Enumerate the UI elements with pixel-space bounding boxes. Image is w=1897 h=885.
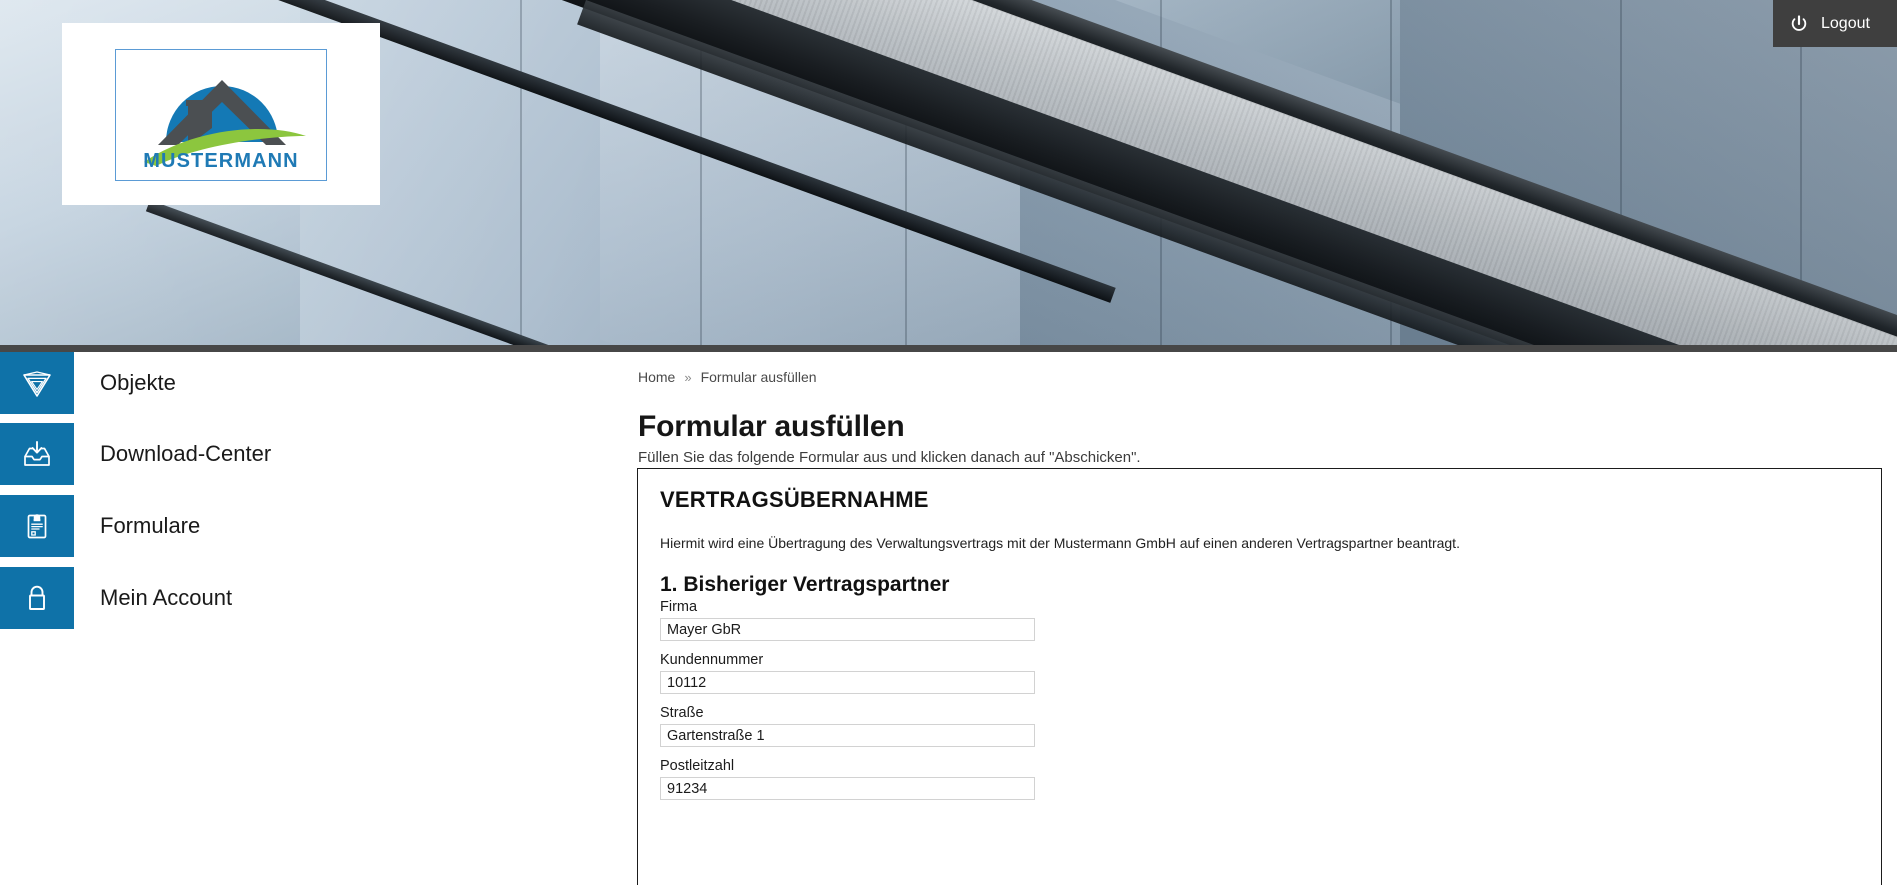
form-description: Hiermit wird eine Übertragung des Verwal… xyxy=(660,535,1460,551)
logo-frame: MUSTERMANN xyxy=(115,49,327,181)
breadcrumb-current: Formular ausfüllen xyxy=(700,369,817,385)
sidebar-tile xyxy=(0,495,74,557)
sidebar-item-download-center[interactable]: Download-Center xyxy=(0,423,560,485)
form-panel: VERTRAGSÜBERNAHME Hiermit wird eine Über… xyxy=(637,468,1882,885)
logout-label: Logout xyxy=(1821,14,1870,32)
field-group-firma: Firma xyxy=(660,599,1855,641)
app-root: MUSTERMANN Logout Objekte Download-Cente… xyxy=(0,0,1897,885)
download-tray-icon xyxy=(24,441,50,466)
firma-label: Firma xyxy=(660,599,698,615)
sidebar-tile xyxy=(0,567,74,629)
sidebar-item-mein-account[interactable]: Mein Account xyxy=(0,567,560,629)
header-banner: MUSTERMANN Logout xyxy=(0,0,1897,345)
breadcrumb-home-link[interactable]: Home xyxy=(638,369,675,385)
postleitzahl-field[interactable] xyxy=(660,777,1035,800)
objects-icon xyxy=(23,371,51,397)
clipboard-form-icon xyxy=(27,514,47,539)
logout-button[interactable]: Logout xyxy=(1773,0,1897,47)
power-icon xyxy=(1791,14,1807,31)
firma-field[interactable] xyxy=(660,618,1035,641)
field-group-strasse: Straße xyxy=(660,705,1855,747)
logo-card[interactable]: MUSTERMANN xyxy=(62,23,380,205)
page-intro-text: Füllen Sie das folgende Formular aus und… xyxy=(638,449,1141,466)
strasse-label: Straße xyxy=(660,705,704,721)
sidebar-item-label: Mein Account xyxy=(100,585,233,610)
postleitzahl-label: Postleitzahl xyxy=(660,758,735,774)
breadcrumb: Home » Formular ausfüllen xyxy=(638,369,817,385)
sidebar-nav: Objekte Download-Center Formulare Mein A… xyxy=(0,352,620,885)
logo-wordmark: MUSTERMANN xyxy=(143,150,299,172)
header-divider xyxy=(0,345,1897,352)
strasse-field[interactable] xyxy=(660,724,1035,747)
kundennummer-label: Kundennummer xyxy=(660,652,764,668)
breadcrumb-separator: » xyxy=(684,369,692,385)
main-content: Home » Formular ausfüllen Formular ausfü… xyxy=(620,352,1897,885)
sidebar-item-objekte[interactable]: Objekte xyxy=(0,352,560,414)
sidebar-tile xyxy=(0,352,74,414)
field-group-kundennummer: Kundennummer xyxy=(660,652,1855,694)
form-section-title: 1. Bisheriger Vertragspartner xyxy=(660,573,950,596)
form-heading: VERTRAGSÜBERNAHME xyxy=(660,487,929,512)
field-group-postleitzahl: Postleitzahl xyxy=(660,758,1855,800)
sidebar-item-formulare[interactable]: Formulare xyxy=(0,495,560,557)
kundennummer-field[interactable] xyxy=(660,671,1035,694)
sidebar-item-label: Objekte xyxy=(100,370,176,395)
sidebar-tile xyxy=(0,423,74,485)
sidebar-item-label: Formulare xyxy=(100,513,201,538)
page-title: Formular ausfüllen xyxy=(638,410,905,444)
lock-icon xyxy=(29,585,45,610)
sidebar-item-label: Download-Center xyxy=(100,441,272,466)
